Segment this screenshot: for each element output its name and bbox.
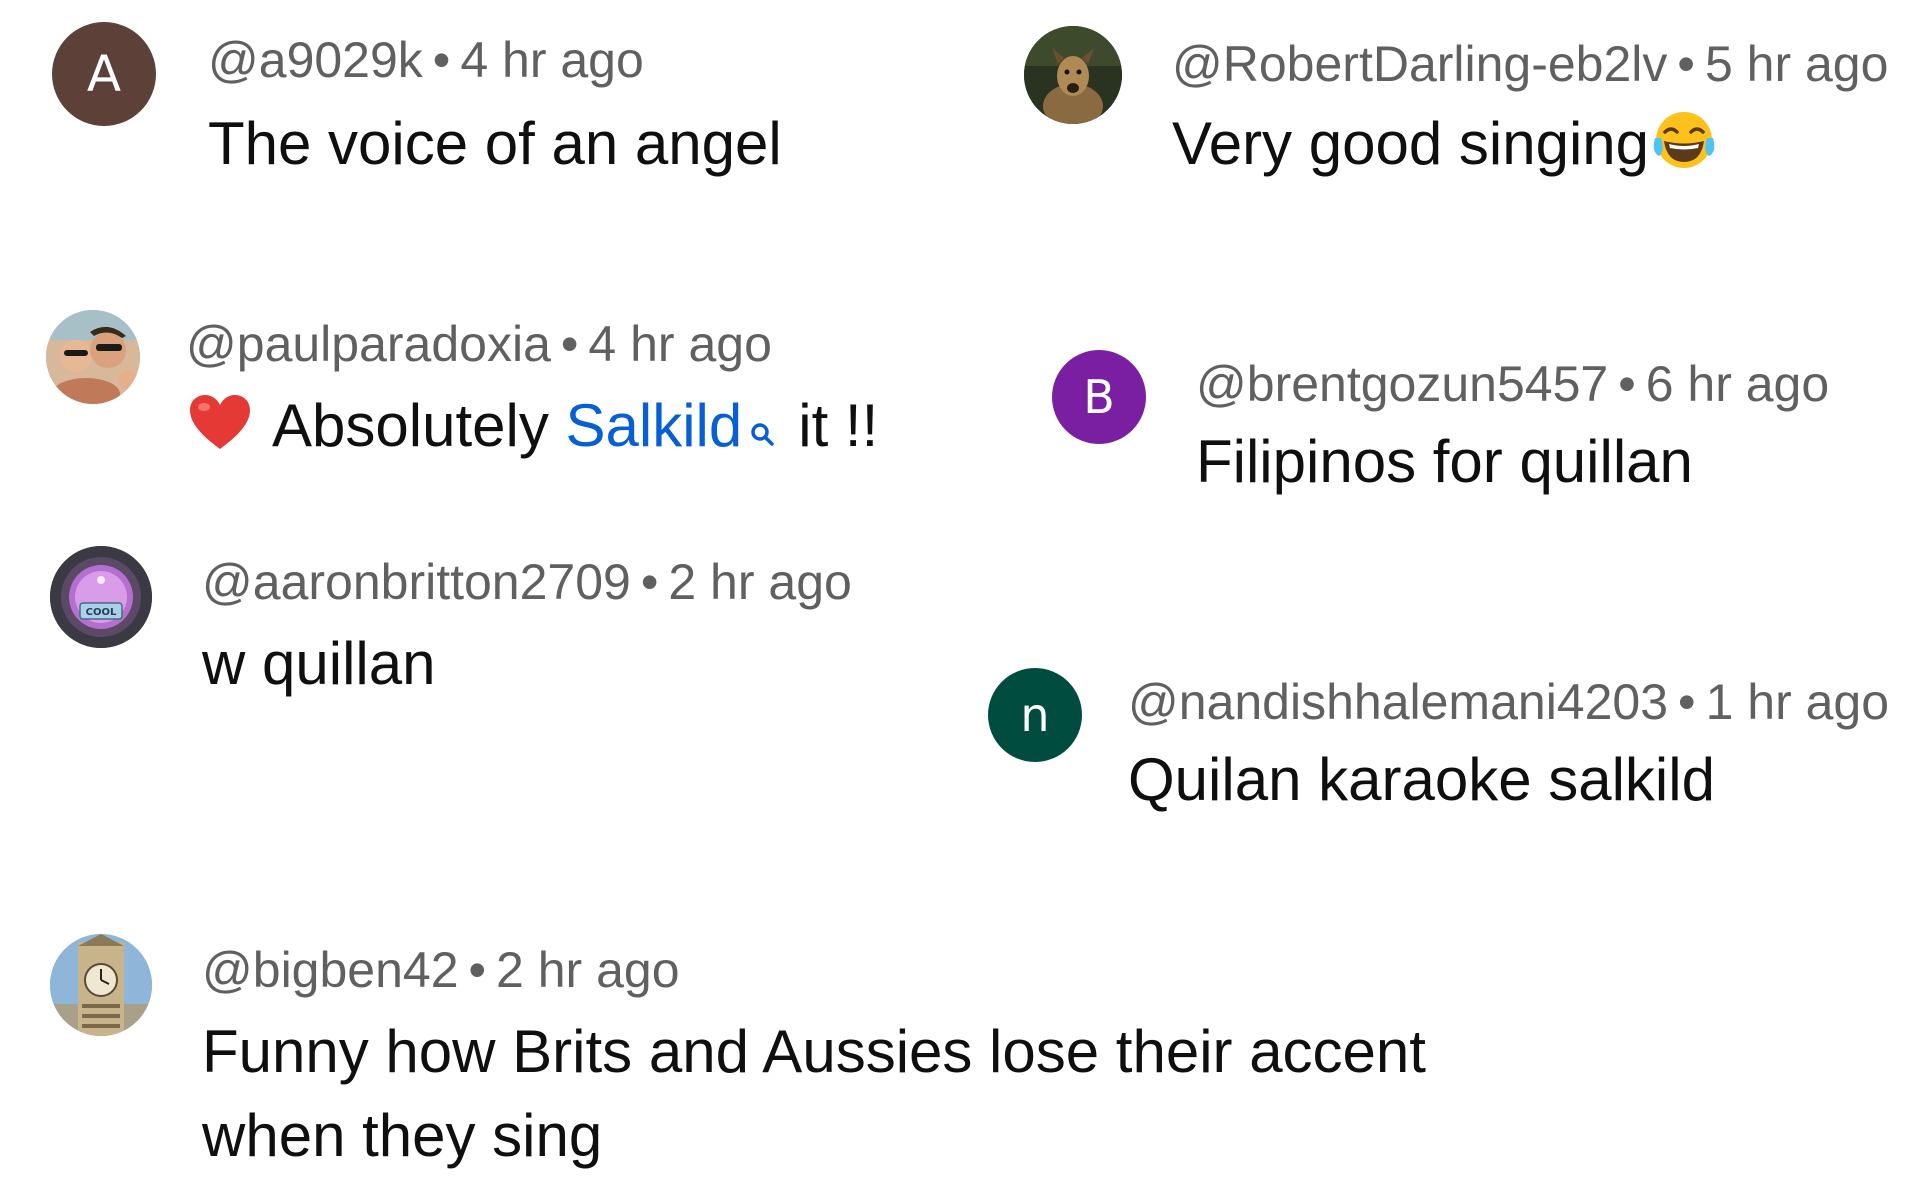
search-link-salkild[interactable]: Salkild: [566, 392, 743, 459]
comment-time[interactable]: 2 hr ago: [668, 554, 851, 610]
avatar-badge-text: COOL: [86, 607, 117, 618]
meta-separator: •: [468, 942, 487, 998]
comment-time[interactable]: 5 hr ago: [1705, 36, 1888, 92]
comment-author[interactable]: @a9029k: [208, 32, 423, 88]
face-with-tears-of-joy-icon: [1649, 108, 1719, 188]
avatar-letter: n: [1020, 688, 1050, 742]
comment-time[interactable]: 6 hr ago: [1646, 356, 1829, 412]
avatar[interactable]: A: [52, 22, 156, 126]
comment-text-line-2: when they sing: [202, 1102, 603, 1169]
comment-time[interactable]: 1 hr ago: [1706, 674, 1889, 730]
avatar-letter: B: [1083, 370, 1115, 424]
comment-meta: @brentgozun5457 • 6 hr ago: [1196, 354, 1829, 414]
comment-meta: @nandishhalemani4203 • 1 hr ago: [1128, 672, 1889, 732]
comment-author[interactable]: @aaronbritton2709: [202, 554, 631, 610]
avatar[interactable]: [50, 934, 152, 1036]
comment-author[interactable]: @nandishhalemani4203: [1128, 674, 1668, 730]
avatar-letter: A: [86, 45, 122, 103]
comment-text: Filipinos for quillan: [1196, 428, 1693, 495]
comment-author[interactable]: @bigben42: [202, 942, 459, 998]
comment-text: Quilan karaoke salkild: [1128, 746, 1715, 813]
comment-meta: @paulparadoxia • 4 hr ago: [186, 314, 772, 374]
avatar[interactable]: [46, 310, 140, 404]
cool-button-avatar-image: COOL: [50, 546, 152, 648]
comment-author[interactable]: @RobertDarling-eb2lv: [1172, 36, 1667, 92]
comment-text-line-1: Funny how Brits and Aussies lose their a…: [202, 1018, 1426, 1085]
meta-separator: •: [640, 554, 659, 610]
group-selfie-avatar-image: [46, 310, 140, 404]
comment-meta: @a9029k • 4 hr ago: [208, 30, 644, 90]
meta-separator: •: [560, 316, 579, 372]
dog-avatar-image: [1024, 26, 1122, 124]
comment-text: Very good singing: [1172, 108, 1719, 188]
comment-author[interactable]: @brentgozun5457: [1196, 356, 1608, 412]
search-icon[interactable]: [750, 392, 774, 464]
meta-separator: •: [1678, 674, 1696, 730]
comment-meta: @bigben42 • 2 hr ago: [202, 940, 680, 1000]
comment-time[interactable]: 4 hr ago: [460, 32, 643, 88]
comment-author[interactable]: @paulparadoxia: [186, 316, 551, 372]
comment-time[interactable]: 4 hr ago: [588, 316, 771, 372]
comment-text: w quillan: [202, 630, 436, 697]
comment-text-before: Absolutely: [272, 392, 549, 459]
avatar[interactable]: n: [988, 668, 1082, 762]
comment-text: Absolutely Salkild it !!: [188, 390, 878, 467]
comment-text: The voice of an angel: [208, 110, 782, 177]
comment-time[interactable]: 2 hr ago: [496, 942, 679, 998]
avatar[interactable]: B: [1052, 350, 1146, 444]
comment-meta: @aaronbritton2709 • 2 hr ago: [202, 552, 852, 612]
comment-text-content: Very good singing: [1172, 110, 1650, 177]
comment-meta: @RobertDarling-eb2lv • 5 hr ago: [1172, 34, 1888, 94]
red-heart-icon: [188, 393, 252, 467]
meta-separator: •: [1677, 36, 1695, 92]
comment-text-after: it !!: [798, 392, 879, 459]
meta-separator: •: [1618, 356, 1636, 412]
avatar[interactable]: [1024, 26, 1122, 124]
avatar[interactable]: COOL: [50, 546, 152, 648]
meta-separator: •: [432, 32, 451, 88]
big-ben-avatar-image: [50, 934, 152, 1036]
